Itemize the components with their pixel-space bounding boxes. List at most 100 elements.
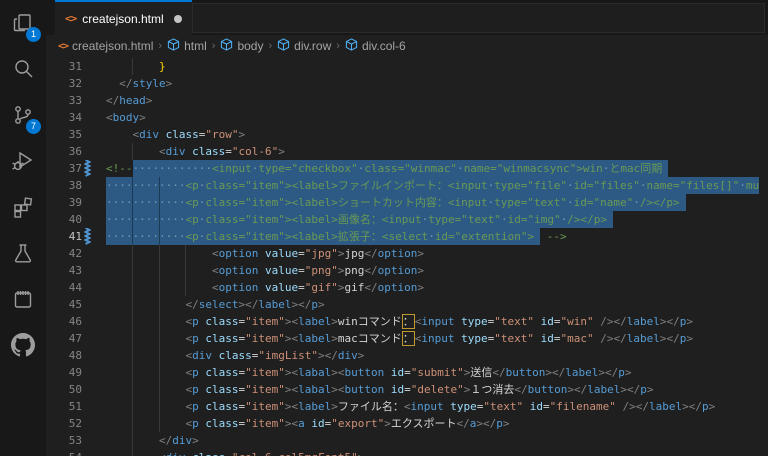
line-number[interactable]: 34 bbox=[46, 109, 82, 126]
breadcrumb-label: html bbox=[184, 39, 207, 53]
code-line-53[interactable]: 53 </div> bbox=[46, 432, 768, 449]
code-line-51[interactable]: 51 <p class="item"><label>ファイル名：<input t… bbox=[46, 398, 768, 415]
line-number[interactable]: 32 bbox=[46, 75, 82, 92]
code-line-39[interactable]: 39 ············<p·class="item"><label>ショー… bbox=[46, 194, 768, 211]
code-line-34[interactable]: 34 <body> bbox=[46, 109, 768, 126]
code-token: type bbox=[454, 315, 488, 328]
modified-dot-icon[interactable] bbox=[173, 14, 182, 23]
line-number[interactable]: 54 bbox=[46, 449, 82, 456]
indent-guide bbox=[132, 262, 134, 279]
code-line-37[interactable]: 37 <!--············<input·type="checkbox"… bbox=[46, 159, 768, 177]
breadcrumb-item-createjson-html[interactable]: <> createjson.html bbox=[58, 39, 153, 53]
code-line-41[interactable]: 41 ············<p·class="item"><label>拡張子… bbox=[46, 227, 768, 245]
code-line-31[interactable]: 31 } bbox=[46, 58, 768, 75]
line-number[interactable]: 36 bbox=[46, 143, 82, 160]
line-number[interactable]: 35 bbox=[46, 126, 82, 143]
line-number[interactable]: 47 bbox=[46, 330, 82, 347]
activity-item-github[interactable] bbox=[0, 322, 46, 368]
code-text[interactable]: <div class="col-6"> bbox=[106, 143, 768, 160]
line-number[interactable]: 46 bbox=[46, 313, 82, 330]
code-line-45[interactable]: 45 </select></label></p> bbox=[46, 296, 768, 313]
line-number[interactable]: 51 bbox=[46, 398, 82, 415]
code-line-43[interactable]: 43 <option value="png">png</option> bbox=[46, 262, 768, 279]
code-token: ></ bbox=[598, 366, 619, 379]
code-token: "jpg" bbox=[304, 247, 338, 260]
code-line-44[interactable]: 44 <option value="gif">gif</option> bbox=[46, 279, 768, 296]
code-line-46[interactable]: 46 <p class="item"><label>winコマンド：<input… bbox=[46, 313, 768, 330]
breadcrumb-item-div-col-6[interactable]: div.col-6 bbox=[345, 38, 406, 54]
line-number[interactable]: 33 bbox=[46, 92, 82, 109]
line-number[interactable]: 50 bbox=[46, 381, 82, 398]
code-text[interactable]: <p class="item"><a id="export">エクスポート</a… bbox=[106, 415, 768, 432]
line-number[interactable]: 44 bbox=[46, 279, 82, 296]
line-number[interactable]: 31 bbox=[46, 58, 82, 75]
code-text[interactable]: <div class="row"> bbox=[106, 126, 768, 143]
code-text[interactable]: <option value="png">png</option> bbox=[106, 262, 768, 279]
code-token: "item" bbox=[245, 332, 285, 345]
code-line-38[interactable]: 38 ············<p·class="item"><label>ファイ… bbox=[46, 177, 768, 194]
line-number[interactable]: 49 bbox=[46, 364, 82, 381]
activity-item-extensions[interactable] bbox=[0, 184, 46, 230]
breadcrumb-item-html[interactable]: html bbox=[167, 38, 207, 54]
code-line-42[interactable]: 42 <option value="jpg">jpg</option> bbox=[46, 245, 768, 262]
code-text[interactable]: ············<p·class="item"><label>画像名：<… bbox=[106, 211, 768, 228]
code-text[interactable]: <option value="jpg">jpg</option> bbox=[106, 245, 768, 262]
code-text[interactable]: <div class="imgList"></div> bbox=[106, 347, 768, 364]
code-text[interactable]: </head> bbox=[106, 92, 768, 109]
line-number[interactable]: 38 bbox=[46, 177, 82, 194]
code-text[interactable]: <p class="item"><labal><button id="submi… bbox=[106, 364, 768, 381]
line-number[interactable]: 42 bbox=[46, 245, 82, 262]
code-token: button bbox=[344, 366, 385, 379]
code-token: jpg bbox=[344, 247, 365, 260]
code-line-48[interactable]: 48 <div class="imgList"></div> bbox=[46, 347, 768, 364]
code-line-49[interactable]: 49 <p class="item"><labal><button id="su… bbox=[46, 364, 768, 381]
code-text[interactable]: </select></label></p> bbox=[106, 296, 768, 313]
breadcrumb-item-body[interactable]: body bbox=[220, 38, 263, 54]
code-token: p bbox=[679, 315, 687, 328]
code-text[interactable]: <option value="gif">gif</option> bbox=[106, 279, 768, 296]
code-text[interactable]: <p class="item"><label>macコマンド：<input ty… bbox=[106, 330, 768, 347]
code-token: input bbox=[410, 400, 444, 413]
code-line-33[interactable]: 33 </head> bbox=[46, 92, 768, 109]
code-text[interactable]: ············<p·class="item"><label>ファイルイ… bbox=[106, 177, 768, 194]
tab-createjson[interactable]: <> createjson.html bbox=[55, 0, 192, 35]
code-text[interactable]: <body> bbox=[106, 109, 768, 126]
code-line-47[interactable]: 47 <p class="item"><label>macコマンド：<input… bbox=[46, 330, 768, 347]
line-number[interactable]: 52 bbox=[46, 415, 82, 432]
code-text[interactable]: <p class="item"><label>ファイル名：<input type… bbox=[106, 398, 768, 415]
code-line-40[interactable]: 40 ············<p·class="item"><label>画像名… bbox=[46, 211, 768, 228]
symbol-element-icon bbox=[167, 38, 180, 54]
line-number[interactable]: 40 bbox=[46, 211, 82, 228]
line-number[interactable]: 37 bbox=[46, 160, 82, 177]
code-editor[interactable]: 31 } 32 </style> 33 </head> 34 <body> 35 <div … bbox=[46, 58, 768, 456]
line-number[interactable]: 53 bbox=[46, 432, 82, 449]
code-text[interactable]: ············<p·class="item"><label>拡張子：<… bbox=[106, 228, 768, 245]
line-number[interactable]: 41 bbox=[46, 228, 82, 245]
code-text[interactable]: <p class="item"><label>winコマンド：<input ty… bbox=[106, 313, 768, 330]
breadcrumb-item-div-row[interactable]: div.row bbox=[277, 38, 331, 54]
code-text[interactable]: <p class="item"><labal><button id="delet… bbox=[106, 381, 768, 398]
line-number[interactable]: 39 bbox=[46, 194, 82, 211]
line-number[interactable]: 43 bbox=[46, 262, 82, 279]
activity-item-search[interactable] bbox=[0, 46, 46, 92]
activity-item-testing[interactable] bbox=[0, 230, 46, 276]
line-number[interactable]: 48 bbox=[46, 347, 82, 364]
code-line-54[interactable]: 54 <div class="col-6 col5mgFont5"> bbox=[46, 449, 768, 456]
code-line-52[interactable]: 52 <p class="item"><a id="export">エクスポート… bbox=[46, 415, 768, 432]
code-text[interactable]: </div> bbox=[106, 432, 768, 449]
code-line-36[interactable]: 36 <div class="col-6"> bbox=[46, 143, 768, 160]
code-text[interactable]: ············<p·class="item"><label>ショートカ… bbox=[106, 194, 768, 211]
activity-item-run-and-debug[interactable] bbox=[0, 138, 46, 184]
activity-item-notebook[interactable] bbox=[0, 276, 46, 322]
code-line-32[interactable]: 32 </style> bbox=[46, 75, 768, 92]
code-text[interactable]: </style> bbox=[106, 75, 768, 92]
code-text[interactable]: <div class="col-6 col5mgFont5"> bbox=[106, 449, 768, 456]
code-line-50[interactable]: 50 <p class="item"><labal><button id="de… bbox=[46, 381, 768, 398]
line-number[interactable]: 45 bbox=[46, 296, 82, 313]
activity-item-explorer[interactable]: 1 bbox=[0, 0, 46, 46]
code-line-35[interactable]: 35 <div class="row"> bbox=[46, 126, 768, 143]
code-text[interactable]: } bbox=[106, 58, 768, 75]
code-text[interactable]: <!--············<input·type="checkbox"·c… bbox=[106, 160, 768, 177]
activity-item-source-control[interactable]: 7 bbox=[0, 92, 46, 138]
code-token: = bbox=[238, 417, 246, 430]
